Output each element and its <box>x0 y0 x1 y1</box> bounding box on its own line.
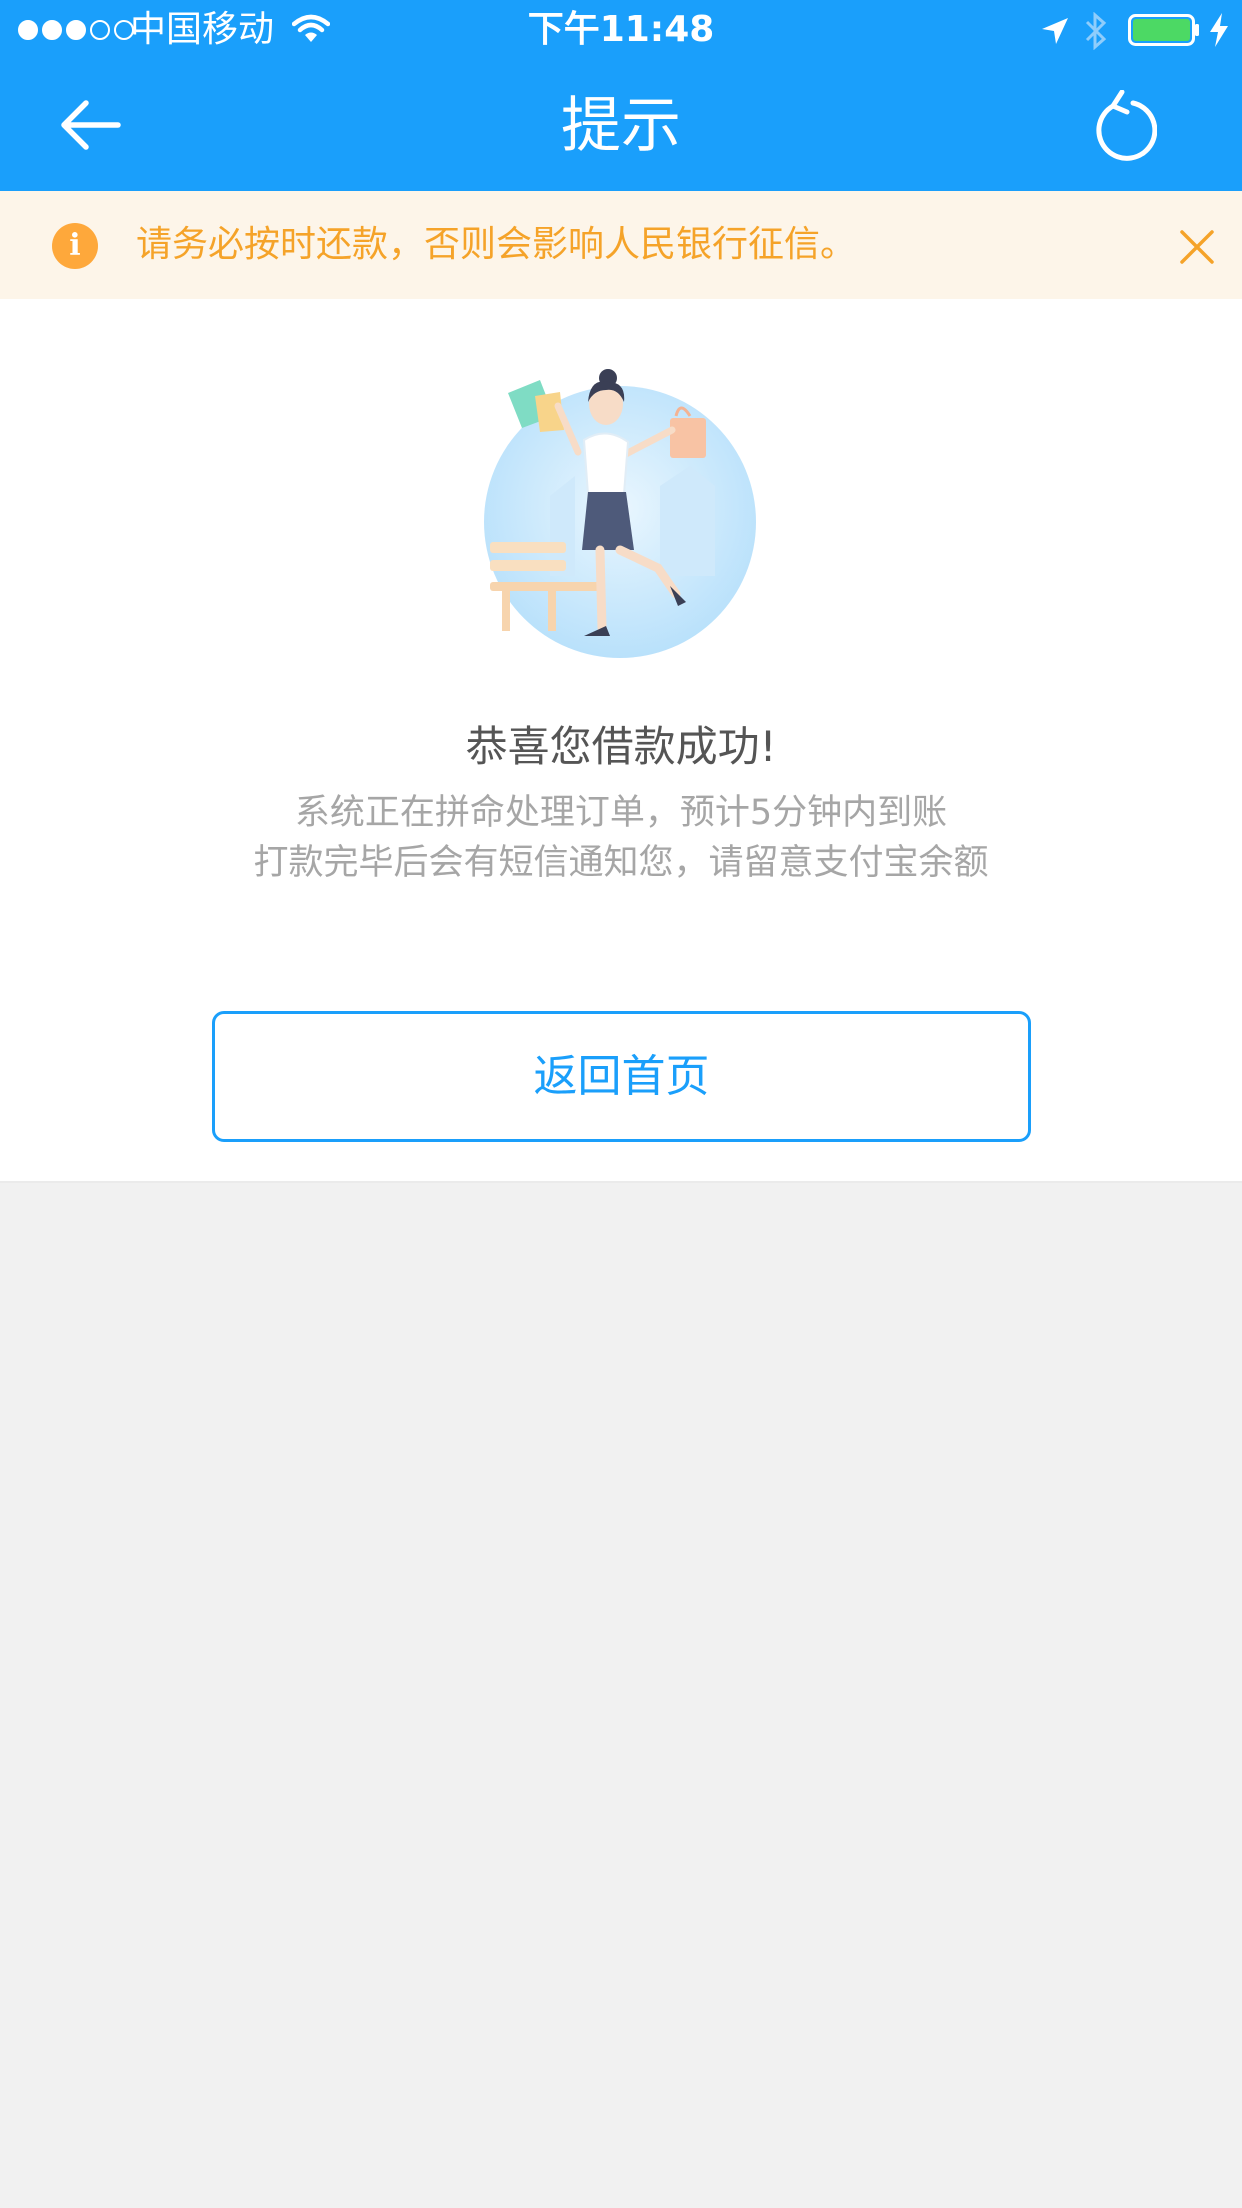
refresh-icon <box>1096 90 1157 161</box>
close-icon[interactable] <box>1178 228 1216 266</box>
return-home-button[interactable]: 返回首页 <box>212 1011 1031 1142</box>
loan-success-illustration <box>484 369 756 658</box>
bluetooth-icon <box>1085 12 1107 50</box>
processing-description: 系统正在拼命处理订单，预计5分钟内到账 <box>294 793 948 833</box>
page-title: 提示 <box>561 91 681 161</box>
notice-text: 请务必按时还款，否则会影响人民银行征信。 <box>136 224 857 265</box>
charging-bolt-icon <box>1210 13 1228 47</box>
battery-icon <box>1128 14 1199 46</box>
success-title: 恭喜您借款成功! <box>465 722 777 771</box>
app-header: 中国移动 下午11:48 提示 <box>0 0 1242 191</box>
location-arrow-icon <box>1042 18 1068 44</box>
sms-notice-description: 打款完毕后会有短信通知您，请留意支付宝余额 <box>253 843 989 883</box>
status-bar: 中国移动 下午11:48 <box>0 0 1242 60</box>
repayment-notice-bar: i 请务必按时还款，否则会影响人民银行征信。 <box>0 191 1242 299</box>
refresh-button[interactable] <box>1084 86 1164 166</box>
info-icon: i <box>52 223 98 269</box>
